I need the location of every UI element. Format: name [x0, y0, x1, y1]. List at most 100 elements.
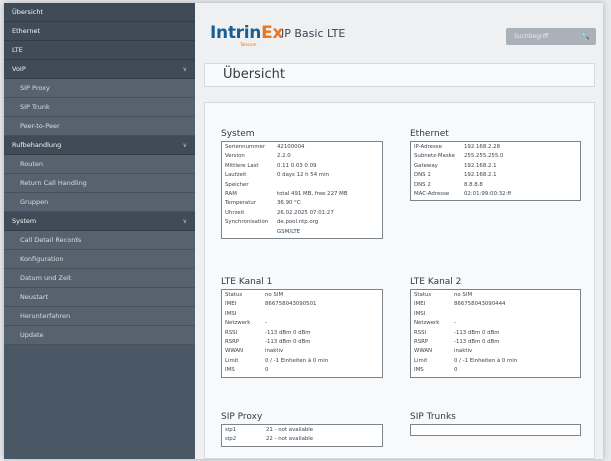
table-row: RSSI -113 dBm 0 dBm	[225, 329, 379, 338]
sidebar-item-label: Ethernet	[12, 27, 40, 35]
sidebar-item-herunterfahren[interactable]: Herunterfahren	[4, 307, 195, 326]
product-name: IP Basic LTE	[281, 27, 346, 40]
header: IntrinEx Telecom IP Basic LTE Suchbegrif…	[195, 3, 603, 69]
row-value: 192.168.2.1	[464, 162, 497, 169]
row-key: RAM	[225, 190, 237, 197]
table-row: sip2 22 - not available	[225, 435, 379, 444]
sidebar-item-label: Gruppen	[20, 198, 49, 206]
row-key: Version	[225, 153, 245, 160]
sidebar-item-update[interactable]: Update	[4, 326, 195, 345]
row-value: 26.02.2025 07:01:27	[277, 209, 334, 216]
sidebar-item-peer-to-peer[interactable]: Peer-to-Peer	[4, 117, 195, 136]
row-value	[265, 310, 379, 319]
sidebar-item-konfiguration[interactable]: Konfiguration	[4, 250, 195, 269]
row-value: total 491 MB, free 227 MB	[277, 190, 348, 197]
ethernet-table: IP-Adresse 192.168.2.28 Subnetz-Maske 255.2…	[410, 141, 581, 202]
row-value: 866758043090444	[454, 301, 506, 308]
table-row: Uhrzeit 26.02.2025 07:01:27	[225, 209, 379, 218]
row-value: 8.8.8.8	[464, 181, 483, 188]
table-row: Status no SIM	[225, 291, 379, 300]
sidebar: Übersicht Ethernet LTE VoIP ∨ SIP Proxy SIP Tr…	[4, 3, 195, 459]
sip-proxy-section: SIP Proxy sip1 21 - not available sip2 22 -…	[221, 411, 383, 447]
logo[interactable]: IntrinEx	[210, 23, 283, 43]
table-row: Mittlere Last 0.11 0.03 0.09	[225, 162, 379, 171]
section-title: LTE Kanal 1	[221, 277, 273, 287]
table-row: RSSI -113 dBm 0 dBm	[414, 329, 577, 338]
row-key: WWAN	[414, 348, 433, 355]
row-value: no SIM	[265, 292, 284, 298]
table-row: WWAN inaktiv	[225, 347, 379, 356]
row-key: RSRP	[225, 338, 240, 345]
row-key: Limit	[414, 357, 428, 364]
table-row: Synchronisation de.pool.ntp.org	[225, 218, 379, 227]
row-value: no SIM	[454, 292, 473, 298]
table-row: Version 2.2.0	[225, 152, 379, 161]
row-key: Limit	[225, 357, 239, 364]
table-row: IMEI 866758043090444	[414, 300, 577, 309]
row-key: MAC-Adresse	[414, 190, 450, 197]
sidebar-item-neustart[interactable]: Neustart	[4, 288, 195, 307]
sidebar-item-datum-und-zeit[interactable]: Datum und Zeit	[4, 269, 195, 288]
sidebar-item-label: Peer-to-Peer	[20, 122, 60, 130]
sidebar-item-sip-trunk[interactable]: SIP Trunk	[4, 98, 195, 117]
sidebar-item-übersicht[interactable]: Übersicht	[4, 3, 195, 22]
row-key: Temperatur	[225, 200, 256, 207]
row-value: 2.2.0	[277, 153, 291, 160]
sip-trunks-section: SIP Trunks	[410, 411, 581, 436]
row-key: Netzwerk	[414, 320, 440, 327]
row-key: RSSI	[225, 329, 238, 336]
chevron-down-icon[interactable]: ∨	[183, 136, 187, 155]
row-key: IMS	[225, 367, 235, 374]
table-row: IMS 0	[225, 366, 379, 375]
table-row: Seriennummer 42100004	[225, 143, 379, 152]
sidebar-item-label: Update	[20, 331, 44, 339]
row-value: 22 - not available	[266, 436, 314, 443]
sidebar-item-return-call-handling[interactable]: Return Call Handling	[4, 174, 195, 193]
lte2-table: Status no SIM IMEI 866758043090444 IMSI Netzw…	[410, 289, 581, 378]
sidebar-item-ethernet[interactable]: Ethernet	[4, 22, 195, 41]
sidebar-item-system[interactable]: System ∨	[4, 212, 195, 231]
sidebar-item-label: Routen	[20, 160, 43, 168]
row-value: 0	[454, 367, 458, 374]
sidebar-item-label: SIP Proxy	[20, 84, 50, 92]
chevron-down-icon[interactable]: ∨	[183, 60, 187, 79]
row-key: Status	[414, 292, 432, 298]
row-value: 42100004	[277, 144, 305, 150]
row-key: DNS 1	[414, 172, 431, 179]
table-row: IMSI	[414, 310, 577, 319]
row-value: -	[454, 320, 456, 327]
row-value: -113 dBm 0 dBm	[265, 329, 311, 336]
row-key: Netzwerk	[225, 320, 251, 327]
row-key: IMSI	[225, 310, 237, 317]
row-value: inaktiv	[265, 348, 284, 355]
sidebar-item-label: Übersicht	[12, 8, 43, 16]
row-value: 0 days 12 h 54 min	[277, 172, 330, 179]
sidebar-item-lte[interactable]: LTE	[4, 41, 195, 60]
system-section: System Seriennummer 42100004 Version 2.2.0 M…	[221, 128, 383, 239]
table-row: RSRP -113 dBm 0 dBm	[225, 338, 379, 347]
row-key: Speicher	[225, 181, 249, 188]
magnifier-icon[interactable]: 🔍	[581, 28, 590, 45]
sidebar-item-rufbehandlung[interactable]: Rufbehandlung ∨	[4, 136, 195, 155]
chevron-down-icon[interactable]: ∨	[183, 212, 187, 231]
sidebar-item-sip-proxy[interactable]: SIP Proxy	[4, 79, 195, 98]
row-key: IMEI	[225, 301, 237, 308]
row-key: IP-Adresse	[414, 144, 442, 150]
lte1-table: Status no SIM IMEI 866758043090501 IMSI Netzw…	[221, 289, 383, 378]
sidebar-item-call-detail-records[interactable]: Call Detail Records	[4, 231, 195, 250]
search-input[interactable]: Suchbegriff 🔍	[506, 28, 596, 45]
table-row: Netzwerk -	[225, 319, 379, 328]
table-row: Limit 0 / -1 Einheiten à 0 min	[414, 357, 577, 366]
sidebar-item-voip[interactable]: VoIP ∨	[4, 60, 195, 79]
row-value: 192.168.2.1	[464, 172, 497, 179]
sidebar-item-gruppen[interactable]: Gruppen	[4, 193, 195, 212]
row-key: IMEI	[414, 301, 426, 308]
table-row: RAM total 491 MB, free 227 MB	[225, 190, 379, 199]
sidebar-item-label: System	[12, 217, 37, 225]
section-title: SIP Trunks	[410, 412, 456, 422]
sidebar-item-label: Neustart	[20, 293, 49, 301]
row-value: 0	[265, 367, 269, 374]
sidebar-item-routen[interactable]: Routen	[4, 155, 195, 174]
row-key: Laufzeit	[225, 172, 247, 179]
row-key: sip1	[225, 427, 237, 433]
